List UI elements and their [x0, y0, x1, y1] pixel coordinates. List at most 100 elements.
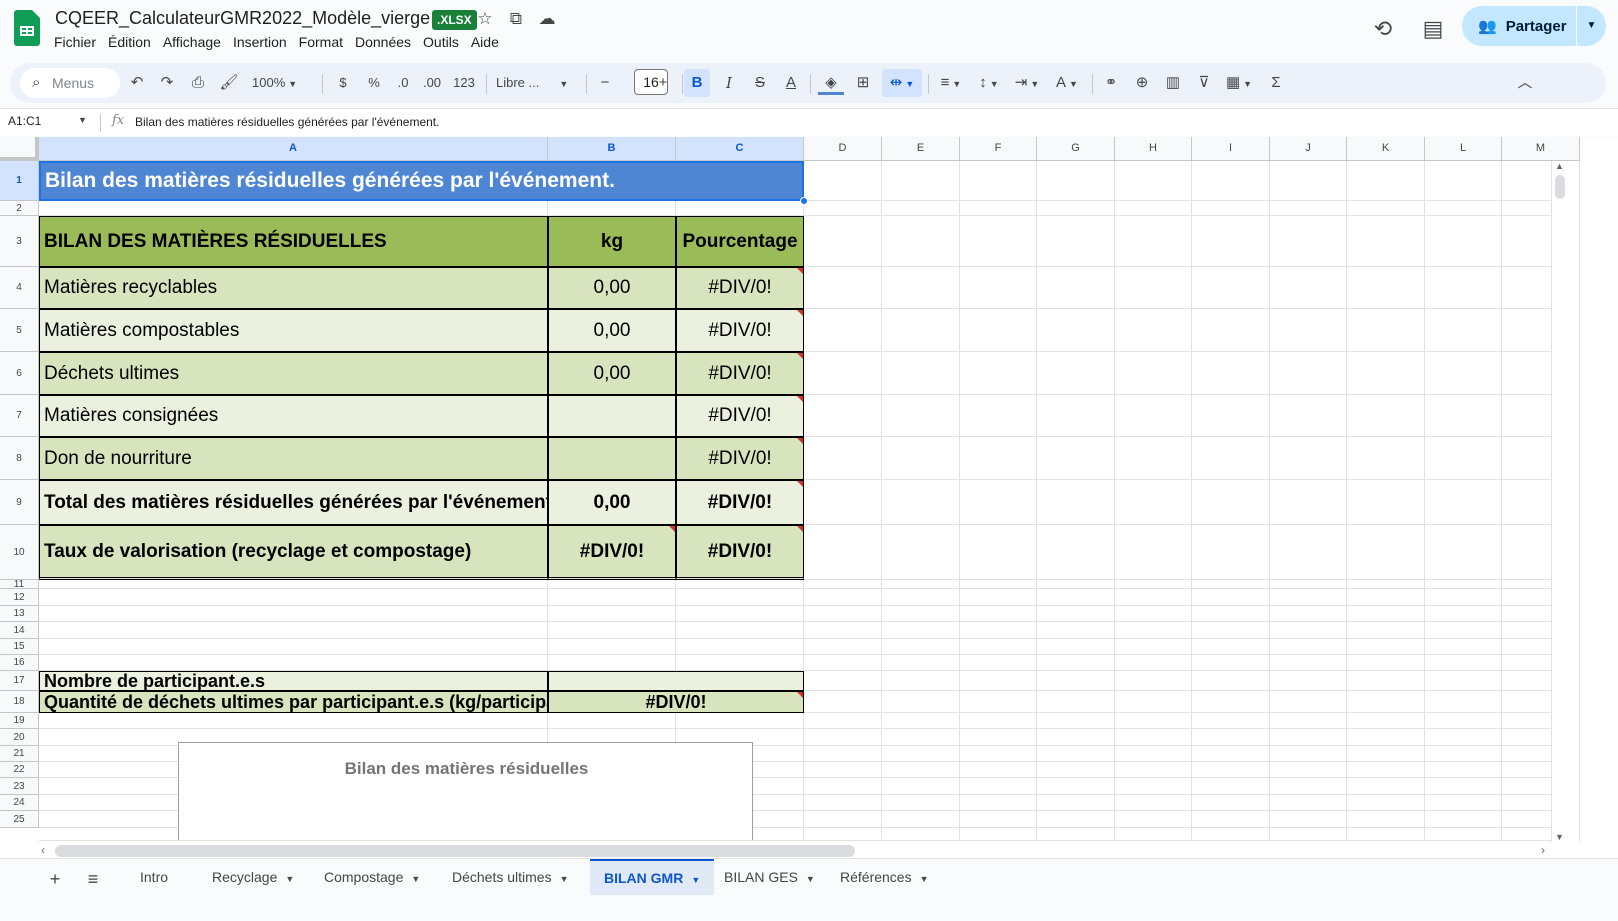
title-cell[interactable]: Bilan des matières résiduelles générées … [39, 161, 804, 201]
table-cell[interactable]: #DIV/0! [548, 525, 676, 580]
table-cell[interactable]: #DIV/0! [676, 267, 804, 309]
row-header-3[interactable]: 3 [0, 216, 39, 267]
sheet-tab-bilan-ges[interactable]: BILAN GES ▼ [710, 859, 829, 895]
text-color-button[interactable]: A [778, 69, 804, 97]
row-header-18[interactable]: 18 [0, 691, 39, 713]
borders-icon[interactable]: ⊞ [850, 69, 876, 97]
table-cell[interactable]: #DIV/0! [676, 352, 804, 395]
collapse-toolbar-icon[interactable]: ︿ [1512, 69, 1538, 97]
column-header-e[interactable]: E [882, 137, 960, 161]
menu-search-input[interactable]: ⌕ Menus [20, 68, 120, 98]
sheet-tab-compostage[interactable]: Compostage ▼ [310, 859, 434, 895]
zoom-select[interactable]: 100% ▼ [252, 69, 297, 97]
undo-icon[interactable]: ↶ [124, 69, 150, 97]
currency-format-button[interactable]: $ [330, 69, 356, 97]
comment-indicator-icon[interactable] [797, 353, 803, 359]
menu-outils[interactable]: Outils [417, 33, 465, 51]
filter-views-icon[interactable]: ▦ ▼ [1222, 69, 1256, 97]
scroll-down-icon[interactable]: ▼ [1555, 832, 1564, 842]
comment-indicator-icon[interactable] [669, 526, 675, 532]
insert-link-icon[interactable]: ⚭ [1098, 69, 1124, 97]
select-all-corner[interactable] [0, 137, 39, 161]
share-main-button[interactable]: 👥 Partager [1462, 6, 1574, 46]
scroll-right-icon[interactable]: › [1541, 843, 1545, 857]
number-format-button[interactable]: 123 [451, 69, 477, 97]
sheet-tab-bilan-gmr[interactable]: BILAN GMR ▼ [590, 859, 715, 895]
all-sheets-icon[interactable]: ≡ [78, 867, 108, 891]
fill-color-icon[interactable]: ◈ [818, 69, 844, 95]
menu-edition[interactable]: Édition [102, 33, 157, 51]
chevron-down-icon[interactable]: ▼ [78, 115, 87, 125]
column-header-j[interactable]: J [1270, 137, 1347, 161]
sheet-tab-déchets-ultimes[interactable]: Déchets ultimes ▼ [438, 859, 583, 895]
row-header-16[interactable]: 16 [0, 655, 39, 671]
chevron-down-icon[interactable]: ▼ [285, 874, 294, 884]
horizontal-align-icon[interactable]: ≡ ▼ [934, 69, 968, 97]
menu-format[interactable]: Format [293, 33, 349, 51]
comment-indicator-icon[interactable] [797, 438, 803, 444]
comment-indicator-icon[interactable] [797, 526, 803, 532]
column-header-g[interactable]: G [1037, 137, 1115, 161]
table-cell[interactable]: Déchets ultimes [39, 352, 548, 395]
column-header-a[interactable]: A [39, 137, 548, 161]
column-header-h[interactable]: H [1115, 137, 1192, 161]
row-header-9[interactable]: 9 [0, 480, 39, 525]
row-header-17[interactable]: 17 [0, 671, 39, 691]
vertical-scrollbar[interactable]: ▲ ▼ [1551, 161, 1568, 842]
add-sheet-icon[interactable]: + [40, 867, 70, 891]
row-header-23[interactable]: 23 [0, 778, 39, 795]
chevron-down-icon[interactable]: ▼ [411, 874, 420, 884]
sheet-tab-références[interactable]: Références ▼ [826, 859, 943, 895]
comment-indicator-icon[interactable] [797, 396, 803, 402]
row-header-5[interactable]: 5 [0, 309, 39, 352]
table-cell[interactable]: 0,00 [548, 267, 676, 309]
version-history-icon[interactable]: ⟲ [1366, 12, 1400, 46]
table-cell[interactable]: Matières compostables [39, 309, 548, 352]
menu-affichage[interactable]: Affichage [157, 33, 227, 51]
table-cell[interactable]: #DIV/0! [676, 525, 804, 580]
row-header-11[interactable]: 11 [0, 580, 39, 590]
participants-value-cell[interactable] [548, 671, 804, 691]
row-header-15[interactable]: 15 [0, 639, 39, 655]
chevron-down-icon[interactable]: ▼ [920, 874, 929, 884]
menu-aide[interactable]: Aide [465, 33, 505, 51]
menu-insertion[interactable]: Insertion [227, 33, 293, 51]
row-header-14[interactable]: 14 [0, 622, 39, 639]
increase-font-size-icon[interactable]: + [650, 69, 676, 97]
comment-indicator-icon[interactable] [797, 310, 803, 316]
column-header-c[interactable]: C [676, 137, 804, 161]
comment-indicator-icon[interactable] [797, 268, 803, 274]
column-header-l[interactable]: L [1425, 137, 1502, 161]
column-header-i[interactable]: I [1192, 137, 1270, 161]
row-header-4[interactable]: 4 [0, 267, 39, 309]
selection-fill-handle[interactable] [800, 197, 808, 205]
participants-label-cell[interactable]: Nombre de participant.e.s [39, 671, 548, 691]
column-header-b[interactable]: B [548, 137, 676, 161]
column-header-k[interactable]: K [1347, 137, 1425, 161]
paint-format-icon[interactable]: 🖌 [216, 69, 242, 97]
horizontal-scrollbar[interactable]: ‹ › [39, 840, 1551, 860]
table-cell[interactable]: #DIV/0! [676, 480, 804, 525]
comments-icon[interactable]: ▤ [1416, 12, 1450, 46]
table-cell[interactable]: 0,00 [548, 480, 676, 525]
table-header-kg[interactable]: kg [548, 216, 676, 267]
merge-cells-icon[interactable]: ⇹ ▼ [882, 69, 922, 97]
bold-button[interactable]: B [684, 69, 710, 97]
column-header-f[interactable]: F [960, 137, 1037, 161]
row-header-25[interactable]: 25 [0, 811, 39, 828]
table-cell[interactable] [548, 437, 676, 480]
insert-comment-icon[interactable]: ⊕ [1129, 69, 1155, 97]
table-cell[interactable]: Matières recyclables [39, 267, 548, 309]
chevron-down-icon[interactable]: ▼ [560, 874, 569, 884]
sheet-tab-intro[interactable]: Intro [126, 859, 182, 895]
name-box[interactable]: A1:C1 [8, 114, 41, 128]
document-title[interactable]: CQEER_CalculateurGMR2022_Modèle_vierge [55, 8, 430, 29]
column-header-m[interactable]: M [1502, 137, 1580, 161]
table-cell[interactable]: 0,00 [548, 352, 676, 395]
row-header-24[interactable]: 24 [0, 795, 39, 811]
row-header-1[interactable]: 1 [0, 161, 39, 201]
decrease-font-size-icon[interactable]: − [592, 69, 618, 97]
row-header-12[interactable]: 12 [0, 589, 39, 606]
cloud-status-icon[interactable]: ☁ [536, 8, 558, 30]
row-header-6[interactable]: 6 [0, 352, 39, 395]
